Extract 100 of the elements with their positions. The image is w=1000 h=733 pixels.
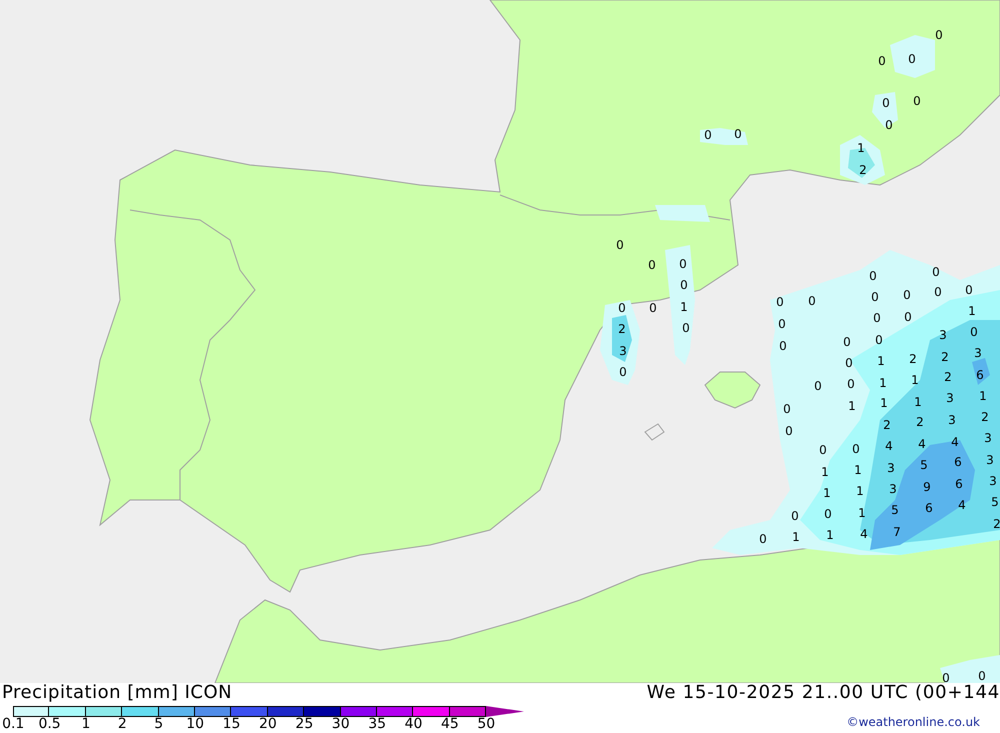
- precipitation-value: 2: [944, 370, 952, 384]
- precipitation-value: 1: [680, 300, 688, 314]
- precipitation-value: 0: [779, 339, 787, 353]
- precipitation-value: 1: [848, 399, 856, 413]
- precipitation-value: 1: [911, 373, 919, 387]
- precipitation-value: 1: [821, 465, 829, 479]
- precipitation-value: 5: [920, 458, 928, 472]
- precipitation-value: 1: [857, 141, 865, 155]
- precipitation-value: 0: [824, 507, 832, 521]
- precipitation-value: 0: [852, 442, 860, 456]
- precipitation-value: 3: [887, 461, 895, 475]
- legend-tick-label: 15: [222, 717, 242, 732]
- precipitation-value: 2: [859, 163, 867, 177]
- precipitation-value: 1: [979, 389, 987, 403]
- precipitation-value: 7: [893, 525, 901, 539]
- precipitation-value: 0: [932, 265, 940, 279]
- precipitation-value: 0: [783, 402, 791, 416]
- small-island: [644, 423, 665, 441]
- precipitation-value: 9: [923, 480, 931, 494]
- precipitation-area: [700, 128, 748, 145]
- precipitation-value: 0: [680, 278, 688, 292]
- precipitation-value: 1: [968, 304, 976, 318]
- precipitation-value: 2: [909, 352, 917, 366]
- precipitation-value: 0: [679, 257, 687, 271]
- precipitation-area: [890, 35, 935, 78]
- precipitation-value: 0: [934, 285, 942, 299]
- precipitation-value: 4: [860, 527, 868, 541]
- legend-tick-label: 1: [80, 717, 92, 732]
- precipitation-area: [612, 315, 632, 362]
- precipitation-value: 4: [951, 435, 959, 449]
- precipitation-value: 0: [882, 96, 890, 110]
- precipitation-value: 0: [965, 283, 973, 297]
- precipitation-value: 0: [903, 288, 911, 302]
- precipitation-value: 1: [914, 395, 922, 409]
- precipitation-value: 0: [776, 295, 784, 309]
- island: [704, 372, 761, 409]
- precipitation-area: [940, 655, 1000, 683]
- precipitation-value: 0: [682, 321, 690, 335]
- precipitation-value: 0: [843, 335, 851, 349]
- precipitation-value: 1: [792, 530, 800, 544]
- precipitation-value: 0: [649, 301, 657, 315]
- legend-arrow-icon: [486, 706, 524, 717]
- precipitation-value: 0: [913, 94, 921, 108]
- precipitation-value: 0: [875, 333, 883, 347]
- legend-tick-label: 30: [330, 717, 351, 732]
- precipitation-value: 3: [889, 482, 897, 496]
- precipitation-value: 2: [883, 418, 891, 432]
- legend-tick-label: 45: [440, 717, 460, 732]
- legend-tick-label: 20: [258, 717, 278, 732]
- credit-text: ©weatheronline.co.uk: [846, 714, 980, 731]
- precipitation-value: 3: [619, 344, 627, 358]
- precipitation-value: 1: [879, 376, 887, 390]
- precipitation-value: 0: [759, 532, 767, 546]
- precipitation-value: 3: [948, 413, 956, 427]
- precipitation-value: 6: [925, 501, 933, 515]
- precipitation-value: 0: [704, 128, 712, 142]
- legend-tick-label: 50: [476, 717, 496, 732]
- precipitation-value: 0: [978, 669, 986, 683]
- precipitation-area: [655, 205, 710, 222]
- precipitation-value: 3: [974, 346, 982, 360]
- precipitation-value: 0: [878, 54, 886, 68]
- precipitation-value: 0: [873, 311, 881, 325]
- precipitation-value: 0: [885, 118, 893, 132]
- legend-tick-label: 5: [153, 717, 164, 732]
- precipitation-value: 1: [858, 506, 866, 520]
- precipitation-value: 0: [734, 127, 742, 141]
- legend-tick-label: 2: [116, 717, 128, 732]
- precipitation-value: 0: [778, 317, 786, 331]
- precipitation-value: 2: [993, 517, 1000, 531]
- precipitation-value: 0: [648, 258, 656, 272]
- precipitation-value: 5: [891, 503, 899, 517]
- precipitation-value: 2: [618, 322, 626, 336]
- precipitation-value: 0: [871, 290, 879, 304]
- legend-tick-label: 10: [185, 717, 206, 732]
- precipitation-value: 2: [941, 350, 949, 364]
- precipitation-value: 0: [814, 379, 822, 393]
- legend-tick-label: 25: [294, 717, 314, 732]
- precipitation-value: 0: [619, 365, 627, 379]
- precipitation-value: 1: [854, 463, 862, 477]
- precipitation-value: 0: [847, 377, 855, 391]
- precipitation-value: 2: [981, 410, 989, 424]
- precipitation-value: 0: [819, 443, 827, 457]
- precipitation-value: 0: [935, 28, 943, 42]
- legend-tick-label: 0.5: [37, 717, 62, 732]
- precipitation-value: 3: [984, 431, 992, 445]
- precipitation-value: 3: [939, 328, 947, 342]
- precipitation-value: 6: [954, 455, 962, 469]
- precipitation-area: [872, 92, 898, 128]
- precipitation-value: 1: [880, 396, 888, 410]
- legend-tick-label: 0.1: [1, 717, 26, 732]
- precipitation-value: 0: [908, 52, 916, 66]
- legend-title: Precipitation [mm] ICON: [1, 683, 234, 703]
- precipitation-value: 0: [942, 671, 950, 683]
- precipitation-value: 6: [976, 368, 984, 382]
- precipitation-value: 1: [856, 484, 864, 498]
- precipitation-value: 0: [869, 269, 877, 283]
- precipitation-value: 1: [823, 486, 831, 500]
- precipitation-area: [972, 358, 990, 385]
- precipitation-value: 0: [845, 356, 853, 370]
- precipitation-value: 4: [918, 437, 926, 451]
